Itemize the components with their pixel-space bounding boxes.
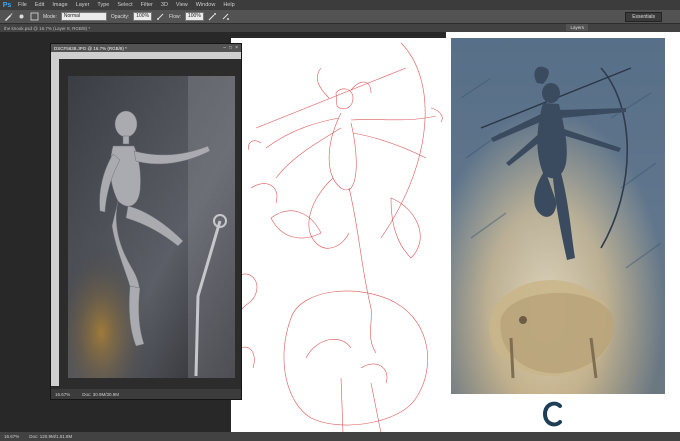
- reference-window-status: 16.67% Doc: 30.9M/30.9M: [51, 389, 241, 399]
- menu-image[interactable]: Image: [48, 2, 71, 8]
- document-tab[interactable]: the knook.psd @ 16.7% (Layer 8, RGB/8) *: [0, 26, 90, 31]
- photoshop-logo[interactable]: Ps: [0, 0, 14, 10]
- menu-type[interactable]: Type: [93, 2, 113, 8]
- menu-filter[interactable]: Filter: [137, 2, 157, 8]
- document-info[interactable]: Doc: 120.9M/1.51.8M: [29, 434, 72, 439]
- menu-select[interactable]: Select: [113, 2, 136, 8]
- menu-bar: Ps File Edit Image Layer Type Select Fil…: [0, 0, 680, 10]
- airbrush-icon[interactable]: [208, 12, 217, 21]
- menu-help[interactable]: Help: [219, 2, 238, 8]
- mode-select[interactable]: Normal: [60, 12, 107, 21]
- reference-zoom-level[interactable]: 16.67%: [55, 392, 70, 397]
- flow-field[interactable]: 100%: [185, 12, 204, 21]
- brush-icon[interactable]: [4, 12, 13, 21]
- mode-label: Mode:: [43, 13, 57, 20]
- options-bar: Mode: Normal Opacity: 100% Flow: 100%: [0, 10, 680, 24]
- sketch-layer: [230, 38, 451, 434]
- reference-window-titlebar[interactable]: DSCF5638.JPG @ 16.7% (RGB/8) * – □ ×: [51, 44, 241, 52]
- opacity-field[interactable]: 100%: [133, 12, 153, 21]
- close-icon[interactable]: ×: [235, 45, 238, 51]
- status-bar: 16.67% Doc: 120.9M/1.51.8M: [0, 432, 680, 441]
- reference-doc-info[interactable]: Doc: 30.9M/30.9M: [82, 392, 119, 397]
- brush-panel-icon[interactable]: [30, 12, 39, 21]
- reference-photo-window[interactable]: DSCF5638.JPG @ 16.7% (RGB/8) * – □ × 16.…: [50, 43, 242, 400]
- horizontal-ruler[interactable]: [59, 52, 241, 59]
- zoom-level[interactable]: 16.67%: [4, 434, 19, 439]
- logo-c-icon: [542, 401, 562, 427]
- menu-3d[interactable]: 3D: [157, 2, 172, 8]
- reference-photo: [68, 76, 235, 378]
- flow-label: Flow:: [169, 13, 181, 20]
- painting-layer: [446, 32, 680, 438]
- brush-preset-icon[interactable]: [17, 12, 26, 21]
- menu-edit[interactable]: Edit: [31, 2, 48, 8]
- opacity-label: Opacity:: [110, 13, 130, 20]
- line-sketch: [230, 42, 443, 434]
- maximize-icon[interactable]: □: [229, 45, 232, 51]
- menu-view[interactable]: View: [172, 2, 192, 8]
- pressure-icon[interactable]: [156, 12, 165, 21]
- menu-window[interactable]: Window: [192, 2, 220, 8]
- reference-window-title: DSCF5638.JPG @ 16.7% (RGB/8) *: [54, 45, 127, 51]
- layers-panel-tab[interactable]: Layers: [566, 24, 588, 31]
- menu-file[interactable]: File: [14, 2, 31, 8]
- minimize-icon[interactable]: –: [223, 45, 226, 51]
- menu-layer[interactable]: Layer: [72, 2, 94, 8]
- tablet-pressure-icon[interactable]: [221, 12, 230, 21]
- color-painting: [451, 38, 665, 394]
- vertical-ruler[interactable]: [51, 52, 59, 386]
- workspace-switcher[interactable]: Essentials: [625, 12, 662, 22]
